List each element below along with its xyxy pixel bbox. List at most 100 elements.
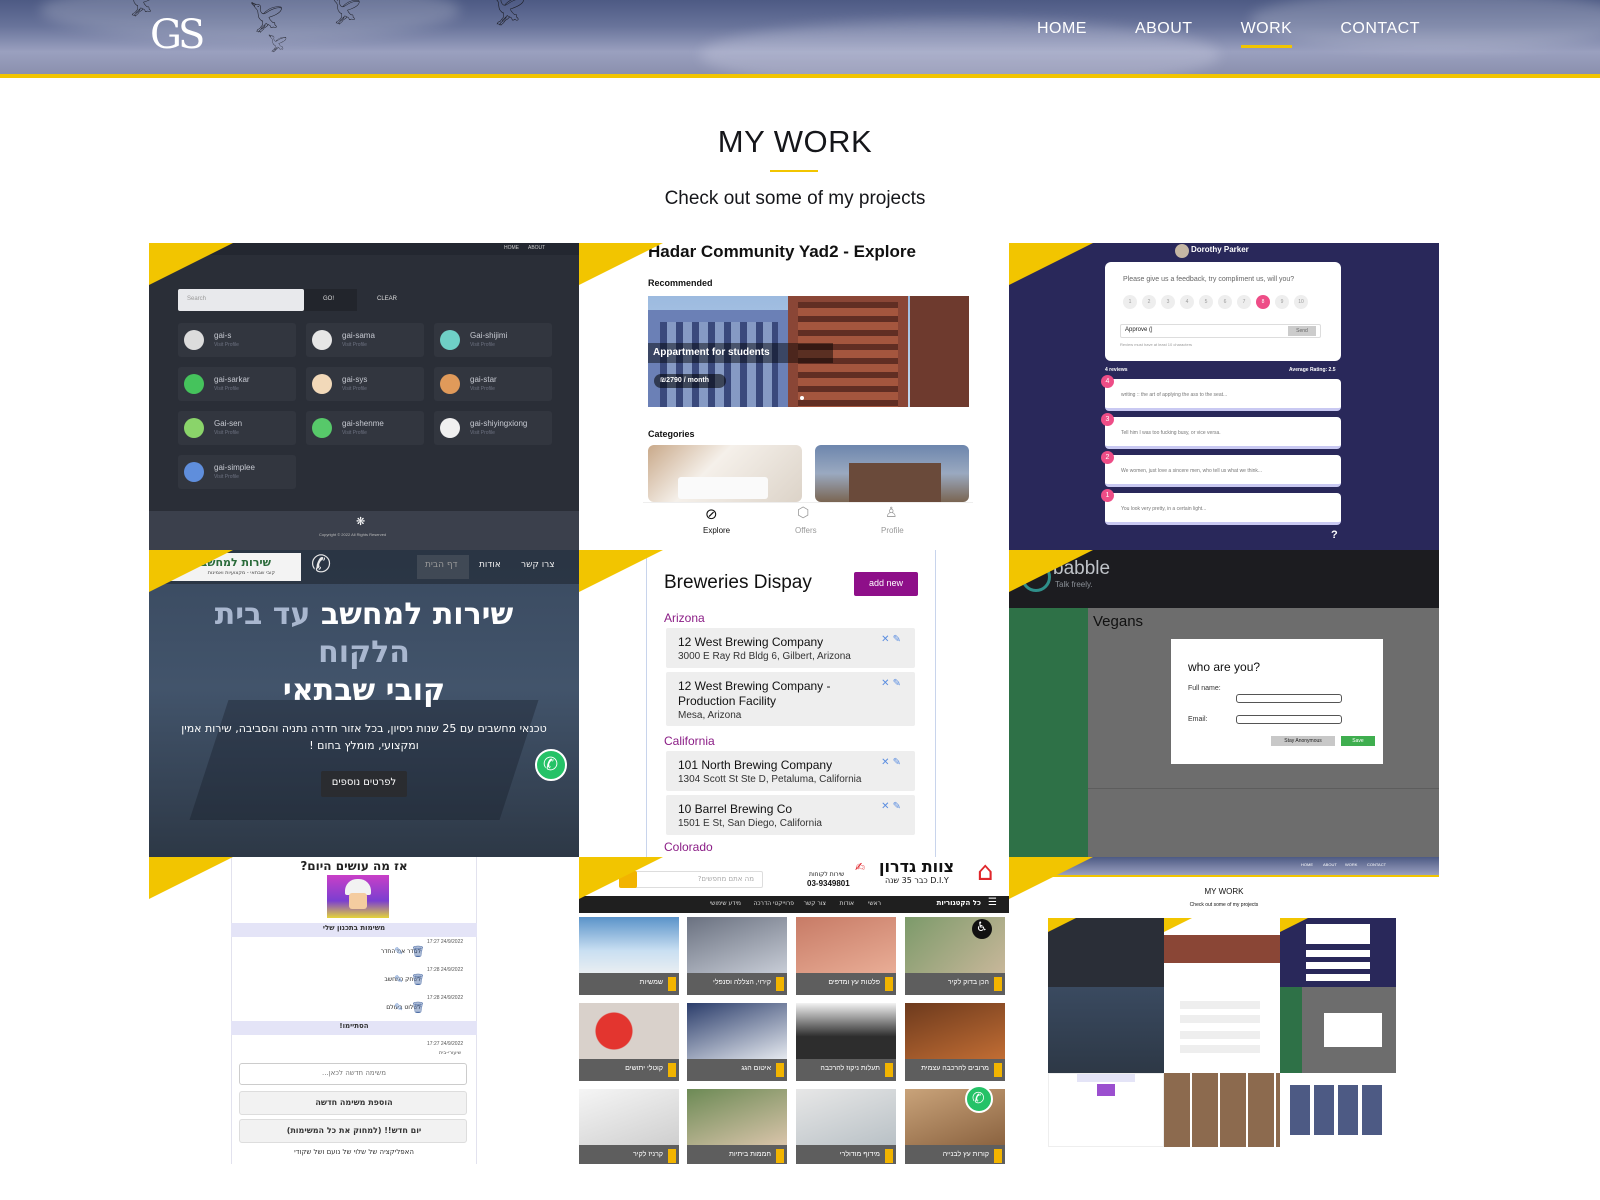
task-time: 17:27 24/9/2022 [427, 939, 464, 945]
mini-phone-label: שירות לקוחות [809, 871, 845, 878]
edit-icon: ✎ [394, 973, 404, 986]
title-underline [770, 170, 818, 172]
projects-grid: HOME ABOUT Search GO! CLEAR gai-s Visit P… [149, 243, 1439, 1164]
task-time: 17:28 24/9/2022 [427, 967, 464, 973]
project-tile-portfolio[interactable]: HOME ABOUT WORK CONTACT MY WORK Check ou… [1009, 857, 1439, 1164]
section-title: MY WORK [717, 124, 873, 159]
handshake-icon: ✍ [855, 860, 866, 874]
user-card: gai-shiyingxiong Visit Profile [434, 411, 552, 445]
help-icon: ? [1331, 529, 1338, 541]
avatar [1175, 244, 1189, 258]
project-tile-computer-service[interactable]: שירות למחשב קובי שבתאי - מקצועיות ואמינו… [149, 550, 579, 857]
mini-nav-home: דף הבית [425, 560, 458, 570]
product-card: שמשיות [579, 917, 679, 995]
project-tile-gadron-store[interactable]: ⌂ צוות גדרון D.I.Y כבר 35 שנה ✍ שירות לק… [579, 857, 1009, 1164]
mini-sidebar [1009, 608, 1088, 857]
nav-about[interactable]: ABOUT [1135, 20, 1193, 48]
tile-corner-accent [149, 243, 233, 285]
brewery-item: 101 North Brewing Company 1304 Scott St … [666, 751, 915, 791]
task-time: 17:27 24/9/2022 [427, 1041, 464, 1047]
site-header: 𓅯 𓅯 𓅯 𓅯 𓅯 GS HOME ABOUT WORK CONTACT [0, 0, 1600, 78]
mini-corner [1048, 918, 1076, 932]
mini-room-title: Vegans [1093, 613, 1144, 630]
user-card: Gai-shijimi Visit Profile [434, 323, 552, 357]
mini-nav-home: HOME [1301, 862, 1313, 867]
project-tile-github-finder[interactable]: HOME ABOUT Search GO! CLEAR gai-s Visit P… [149, 243, 579, 550]
user-card: gai-sarkar Visit Profile [178, 367, 296, 401]
mini-nav-about: ABOUT [1323, 862, 1337, 867]
product-card: מרובים להרכבה עצמית [905, 1003, 1005, 1081]
mini-nav-about: אודות [479, 560, 501, 570]
tile-corner-accent [1009, 857, 1093, 899]
mini-tab-explore: Explore [703, 526, 731, 535]
mini-nav-work: WORK [1345, 862, 1358, 867]
house-logo-icon: ⌂ [977, 857, 994, 887]
mini-categories: Categories [648, 429, 695, 439]
project-tile-babble[interactable]: babble Talk freely. Vegans who are you? … [1009, 550, 1439, 857]
review-item: 4 writing :: the art of applying the ass … [1101, 375, 1341, 411]
mini-brand-sub: D.I.Y כבר 35 שנה [885, 876, 949, 885]
compass-icon: ⊘ [705, 505, 718, 523]
project-tile-todo[interactable]: אז מה עושים היום? משימות בתכנון שלי 17:2… [149, 857, 579, 1164]
state-heading: Arizona [664, 611, 705, 625]
main-nav: HOME ABOUT WORK CONTACT [1037, 20, 1420, 48]
mini-phone: 03-9349801 [807, 879, 850, 888]
mini-thumb [1048, 1073, 1164, 1147]
mini-task-input: משימה חדשה לכאן... [239, 1063, 467, 1085]
task-text: שיעורי-בית [439, 1050, 462, 1056]
product-card: קוטלי יתושים [579, 1003, 679, 1081]
review-item: 2 We women, just love a sincere men, who … [1101, 451, 1341, 487]
nav-work[interactable]: WORK [1240, 20, 1293, 48]
user-card: Gai-sen Visit Profile [178, 411, 296, 445]
state-heading: Colorado [664, 840, 713, 854]
hamburger-icon: ☰ [988, 897, 997, 908]
product-card: קירוי, הצללה וסנפלי [687, 917, 787, 995]
project-tile-feedback[interactable]: Dorothy Parker Please give us a feedback… [1009, 243, 1439, 550]
mini-review-count: 4 reviews [1105, 367, 1128, 373]
mini-clear-button: CLEAR [377, 296, 398, 302]
feedback-card: Please give us a feedback, try complimen… [1105, 262, 1341, 361]
mini-avatar-image [327, 875, 389, 918]
hero-body: טכנאי מחשבים עם 25 שנות ניסיון, בכל אזור… [181, 722, 547, 752]
section-subtitle: Check out some of my projects [664, 188, 926, 209]
review-item: 3 Tell him I was too fucking busy, or vic… [1101, 413, 1341, 449]
mini-footer: האפליקציה של שלוי של נועם ושל שקודי [294, 1148, 414, 1156]
tile-corner-accent [1009, 550, 1093, 592]
mini-clear-button: יום חדש!! (למחוק את כל המשימות) [239, 1119, 467, 1143]
nav-contact[interactable]: CONTACT [1340, 20, 1420, 48]
product-card: תעלות ניקוז להרכבה [796, 1003, 896, 1081]
tile-corner-accent [579, 857, 663, 899]
project-tile-yad2-explore[interactable]: Hadar Community Yad2 - Explore Recommend… [579, 243, 1009, 550]
hero-headline: שירות למחשב עד בית הלקוח קובי שבתאי [214, 597, 514, 708]
mini-thumb [1164, 987, 1280, 1073]
user-card: gai-star Visit Profile [434, 367, 552, 401]
mini-average-rating: Average Rating: 2.5 [1289, 367, 1336, 373]
mini-user-name: Dorothy Parker [1191, 245, 1249, 254]
review-item: 1 You look very pretty, in a certain ligh… [1101, 489, 1341, 525]
trash-icon: 🗑 [411, 1001, 425, 1014]
mini-tab-profile: Profile [881, 526, 904, 535]
mini-brand: צוות גדרון [879, 857, 955, 876]
nav-home[interactable]: HOME [1037, 20, 1087, 48]
mini-cta-button: לפרטים נוספים [321, 771, 407, 797]
edit-icon: ✎ [394, 1001, 404, 1014]
project-tile-breweries[interactable]: Breweries Dispay add new Arizona 12 West… [579, 550, 1009, 857]
site-logo[interactable]: GS [150, 12, 205, 58]
brewery-item: 12 West Brewing Company 3000 E Ray Rd Bl… [666, 628, 915, 668]
tile-corner-accent [149, 550, 233, 592]
mini-thumb [1280, 1073, 1396, 1147]
person-icon: ♙ [885, 505, 898, 521]
mini-modal: who are you? Full name: Email: Stay Anon… [1171, 639, 1383, 764]
mini-section-done: הסתיימו! [231, 1021, 477, 1035]
accessibility-icon: ♿ [972, 919, 992, 939]
task-time: 17:28 24/9/2022 [427, 995, 464, 1001]
bird-icon: 𓅯 [490, 0, 526, 32]
product-card: חממות ביתיות [687, 1089, 787, 1164]
tile-corner-accent [579, 550, 663, 592]
category-photo-bedroom [648, 445, 802, 502]
bird-icon: 𓅯 [330, 0, 361, 30]
phone-icon: ✆ [311, 550, 332, 578]
brewery-item: 10 Barrel Brewing Co 1501 E St, San Dieg… [666, 795, 915, 835]
mini-subtitle: Check out some of my projects [1189, 902, 1259, 908]
state-heading: California [664, 734, 715, 748]
